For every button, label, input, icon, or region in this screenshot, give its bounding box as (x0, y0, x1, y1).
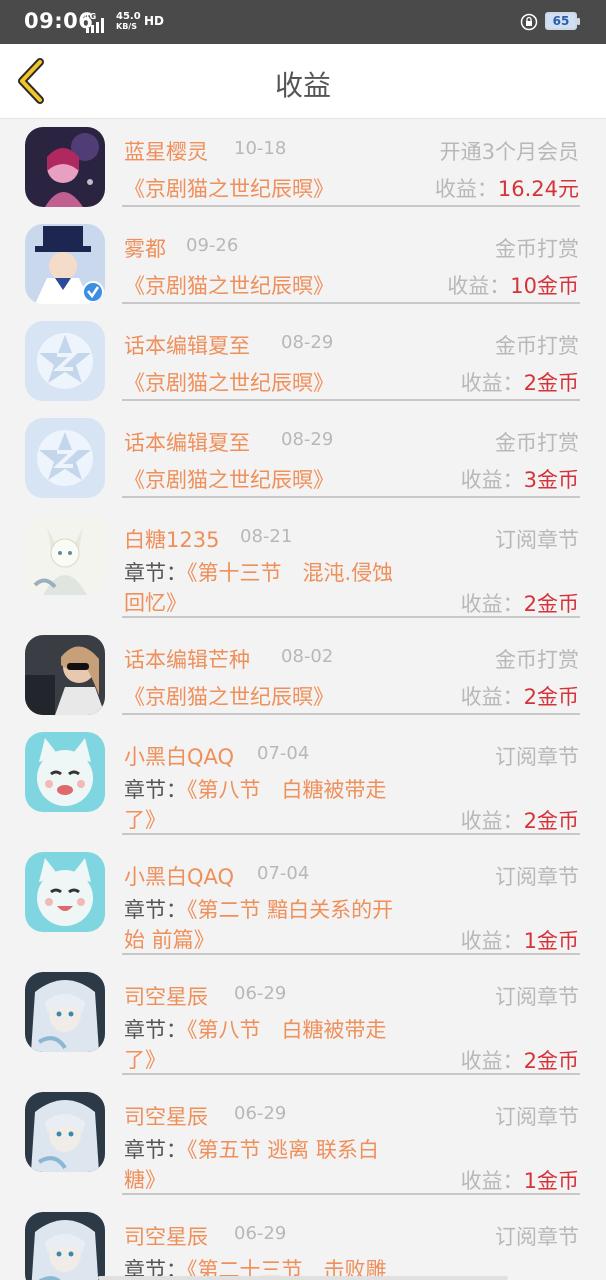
avatar (25, 515, 105, 595)
earnings: 收益：2金币 (460, 685, 579, 709)
divider (122, 205, 580, 207)
avatar (25, 972, 105, 1052)
date: 07-04 (257, 743, 310, 764)
divider (122, 833, 580, 835)
user-name: 小黑白QAQ (124, 745, 235, 769)
chapter-title: 章节：《第二节 黯白关系的开 始 前篇》 (124, 898, 394, 952)
earning-type: 订阅章节 (495, 1225, 579, 1249)
earnings: 收益：2金币 (460, 371, 579, 395)
earnings: 收益：16.24元 (434, 177, 579, 201)
book-title: 《京剧猫之世纪辰暝》 (124, 177, 334, 201)
avatar (25, 852, 105, 932)
divider (122, 1193, 580, 1195)
status-bar: 09:06 4G 45.0 KB/S HD 65 (0, 0, 606, 44)
chapter-title: 章节：《第八节 白糖被带走 了》 (124, 778, 387, 832)
date: 09-26 (186, 235, 239, 256)
earnings: 收益：2金币 (460, 1049, 579, 1073)
app-header: 收益 (0, 44, 606, 119)
date: 08-21 (240, 526, 293, 547)
list-item[interactable]: 小黑白QAQ 07-04 订阅章节 章节：《第八节 白糖被带走 了》 收益：2金… (0, 724, 606, 844)
date: 08-02 (281, 646, 334, 667)
earnings: 收益：1金币 (460, 929, 579, 953)
earning-type: 金币打赏 (495, 431, 579, 455)
network-type: 4G (84, 12, 96, 21)
user-name: 司空星辰 (124, 1225, 208, 1249)
divider (122, 302, 580, 304)
list-item[interactable]: 话本编辑夏至 08-29 金币打赏 《京剧猫之世纪辰暝》 收益：2金币 (0, 313, 606, 410)
divider (122, 616, 580, 618)
list-item[interactable]: 蓝星樱灵 10-18 开通3个月会员 《京剧猫之世纪辰暝》 收益：16.24元 (0, 119, 606, 216)
user-name: 白糖1235 (124, 528, 220, 552)
earning-type: 金币打赏 (495, 334, 579, 358)
date: 06-29 (234, 983, 287, 1004)
battery-icon: 65 (545, 12, 580, 30)
date: 07-04 (257, 863, 310, 884)
lock-rotation-icon (520, 13, 538, 31)
earnings: 收益：1金币 (460, 1169, 579, 1193)
chapter-title: 章节：《第十三节 混沌.侵蚀 回忆》 (124, 561, 394, 615)
user-name: 司空星辰 (124, 1105, 208, 1129)
list-item[interactable]: 司空星辰 06-29 订阅章节 章节：《第八节 白糖被带走 了》 收益：2金币 (0, 964, 606, 1084)
earning-type: 开通3个月会员 (439, 140, 579, 164)
network-speed: 45.0 KB/S (116, 11, 141, 32)
user-name: 话本编辑芒种 (124, 648, 250, 672)
date: 06-29 (234, 1223, 287, 1244)
divider (122, 399, 580, 401)
divider (122, 713, 580, 715)
avatar (25, 1212, 105, 1280)
avatar (25, 1092, 105, 1172)
list-item[interactable]: 雾都 09-26 金币打赏 《京剧猫之世纪辰暝》 收益：10金币 (0, 216, 606, 313)
user-name: 话本编辑夏至 (124, 334, 250, 358)
list-item[interactable]: 司空星辰 06-29 订阅章节 章节：《第二十三节 击败雕 (0, 1204, 606, 1280)
date: 08-29 (281, 429, 334, 450)
earning-type: 金币打赏 (495, 237, 579, 261)
date: 08-29 (281, 332, 334, 353)
earning-type: 订阅章节 (495, 985, 579, 1009)
list-item[interactable]: 小黑白QAQ 07-04 订阅章节 章节：《第二节 黯白关系的开 始 前篇》 收… (0, 844, 606, 964)
earnings: 收益：3金币 (460, 468, 579, 492)
chapter-title: 章节：《第八节 白糖被带走 了》 (124, 1018, 387, 1072)
list-item[interactable]: 白糖1235 08-21 订阅章节 章节：《第十三节 混沌.侵蚀 回忆》 收益：… (0, 507, 606, 627)
chapter-title: 章节：《第五节 逃离 联系白 糖》 (124, 1138, 379, 1192)
earning-type: 金币打赏 (495, 648, 579, 672)
user-name: 话本编辑夏至 (124, 431, 250, 455)
list-item[interactable]: 话本编辑夏至 08-29 金币打赏 《京剧猫之世纪辰暝》 收益：3金币 (0, 410, 606, 507)
date: 06-29 (234, 1103, 287, 1124)
avatar (25, 635, 105, 715)
list-item[interactable]: 话本编辑芒种 08-02 金币打赏 《京剧猫之世纪辰暝》 收益：2金币 (0, 627, 606, 724)
list-item[interactable]: 司空星辰 06-29 订阅章节 章节：《第五节 逃离 联系白 糖》 收益：1金币 (0, 1084, 606, 1204)
avatar (25, 321, 105, 401)
earnings: 收益：2金币 (460, 809, 579, 833)
user-name: 小黑白QAQ (124, 865, 235, 889)
date: 10-18 (234, 138, 287, 159)
divider (122, 1073, 580, 1075)
avatar (25, 127, 105, 207)
divider (122, 953, 580, 955)
avatar (25, 224, 105, 304)
book-title: 《京剧猫之世纪辰暝》 (124, 685, 334, 709)
divider (122, 496, 580, 498)
signal-icon: 4G (84, 12, 104, 33)
earning-type: 订阅章节 (495, 1105, 579, 1129)
book-title: 《京剧猫之世纪辰暝》 (124, 371, 334, 395)
user-name: 司空星辰 (124, 985, 208, 1009)
hd-icon: HD (144, 14, 165, 28)
book-title: 《京剧猫之世纪辰暝》 (124, 274, 334, 298)
earnings: 收益：2金币 (460, 592, 579, 616)
earning-type: 订阅章节 (495, 865, 579, 889)
earning-type: 订阅章节 (495, 745, 579, 769)
avatar (25, 418, 105, 498)
user-name: 蓝星樱灵 (124, 140, 208, 164)
avatar (25, 732, 105, 812)
page-title: 收益 (274, 69, 331, 102)
book-title: 《京剧猫之世纪辰暝》 (124, 468, 334, 492)
earnings: 收益：10金币 (447, 274, 579, 298)
user-name: 雾都 (124, 237, 166, 261)
scroll-indicator (98, 1276, 508, 1280)
earning-type: 订阅章节 (495, 528, 579, 552)
